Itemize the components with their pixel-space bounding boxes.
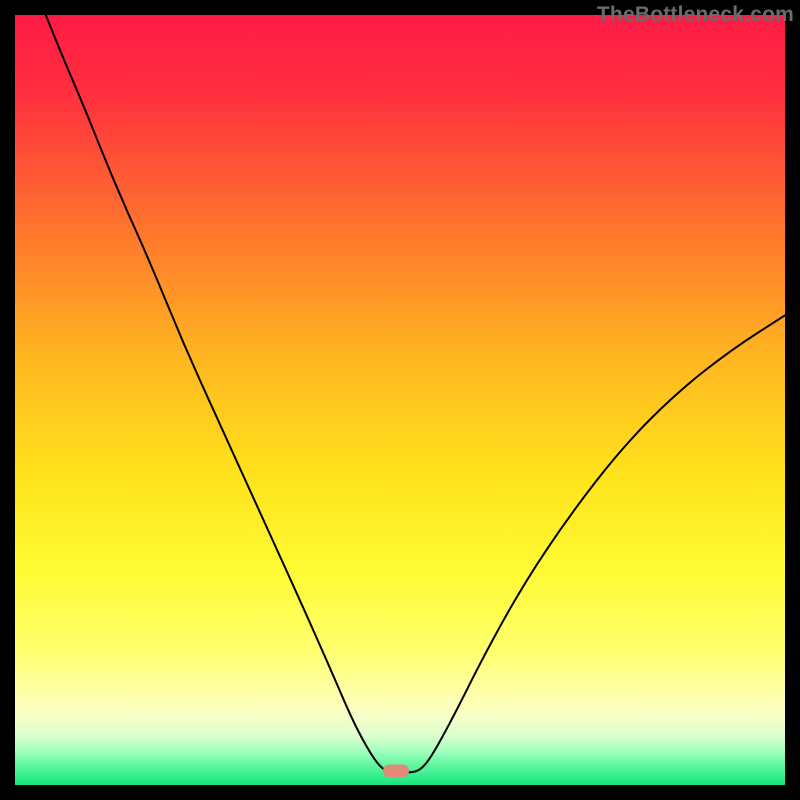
chart-stage: TheBottleneck.com: [0, 0, 800, 800]
optimal-marker: [383, 765, 409, 778]
plot-area: [15, 15, 785, 785]
watermark-text: TheBottleneck.com: [597, 3, 794, 27]
bottleneck-curve: [15, 15, 785, 785]
